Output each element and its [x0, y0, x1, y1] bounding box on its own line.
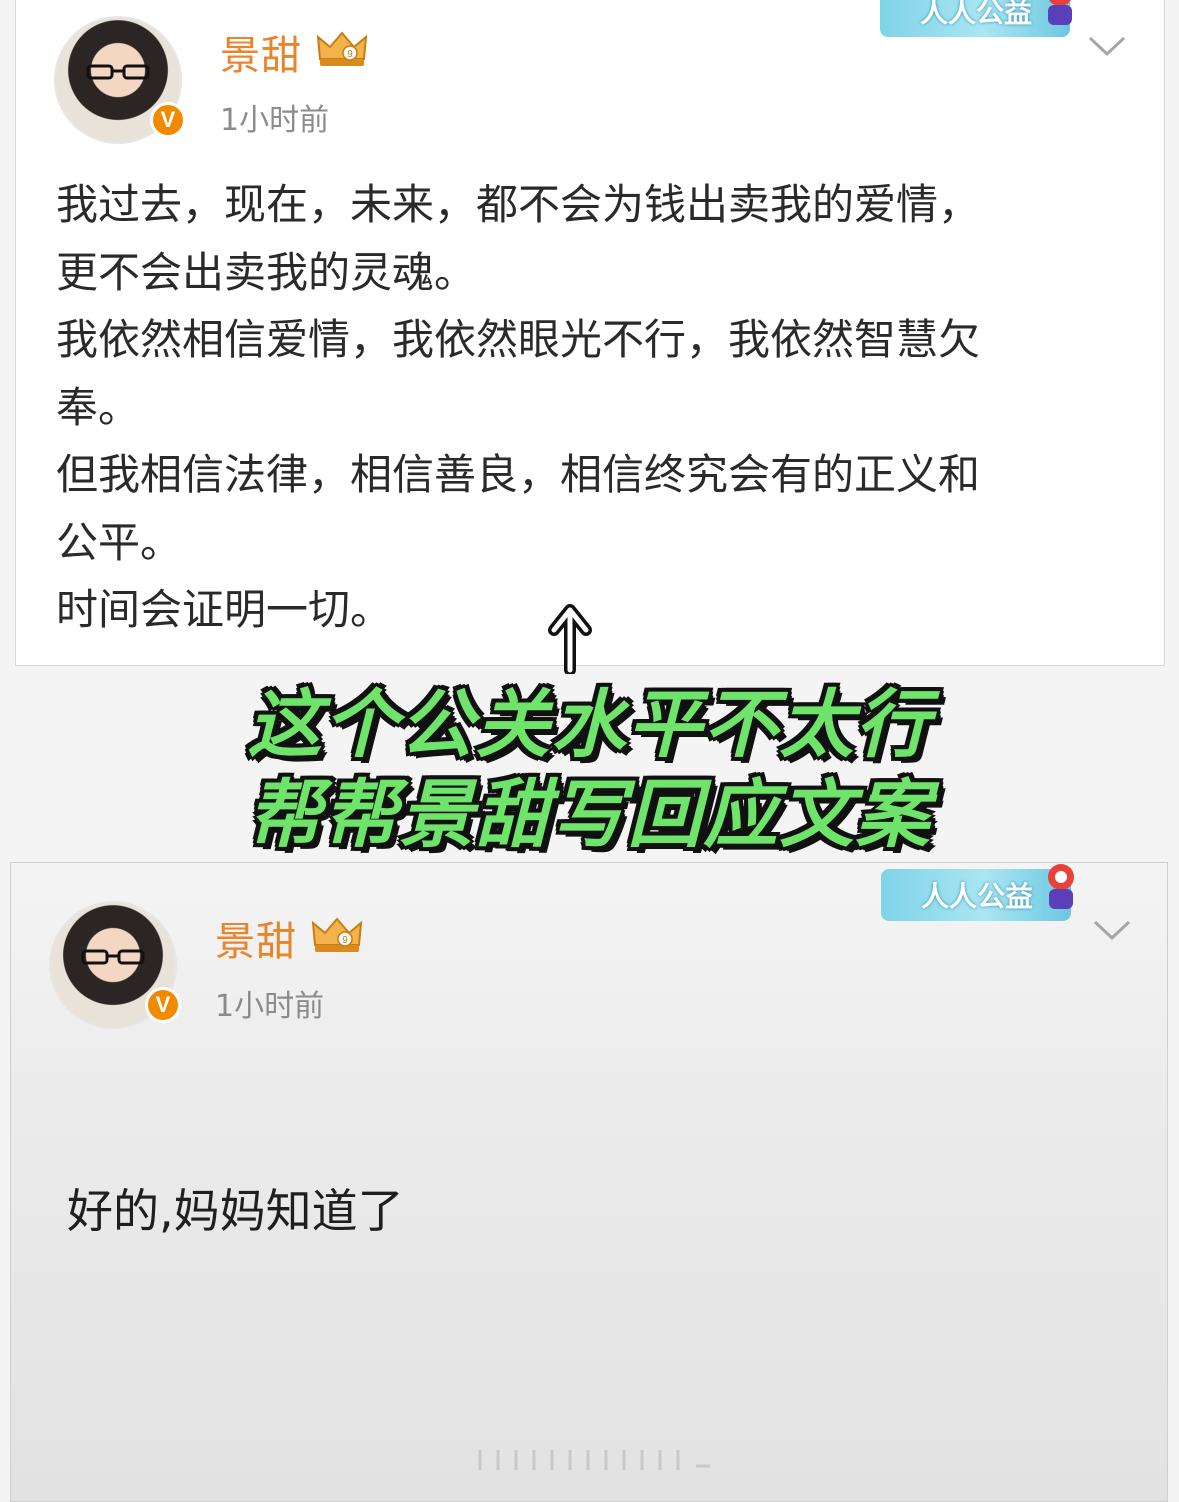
chevron-down-icon[interactable] [1093, 919, 1131, 941]
mascot-icon [1048, 0, 1072, 25]
post-time: 1小时前 [215, 989, 325, 1024]
post-body-line: 公平。 [56, 517, 183, 567]
svg-text:9: 9 [347, 49, 353, 60]
glasses-icon [86, 64, 150, 80]
user-avatar[interactable]: V [49, 901, 181, 1029]
post-body: 好的,妈妈知道了 [67, 1184, 404, 1238]
crown-level-icon[interactable]: 9 [316, 29, 368, 69]
overlay-line-1: 这个公关水平不太行 [247, 682, 932, 768]
verified-badge-icon: V [150, 102, 186, 138]
username[interactable]: 景甜 [220, 23, 302, 81]
public-welfare-banner[interactable]: 人人公益 [880, 0, 1072, 37]
post-body-line: 更不会出卖我的灵魂。 [56, 247, 477, 297]
svg-text:9: 9 [342, 935, 348, 946]
username[interactable]: 景甜 [215, 909, 297, 967]
post-body: 我过去，现在，未来，都不会为钱出卖我的爱情， 更不会出卖我的灵魂。 我依然相信爱… [56, 171, 1096, 644]
public-welfare-banner[interactable]: 人人公益 [881, 864, 1074, 921]
overlay-caption: 这个公关水平不太行 帮帮景甜写回应文案 [0, 680, 1179, 860]
crown-level-icon[interactable]: 9 [311, 915, 363, 955]
post-body-line: 奉。 [56, 382, 141, 432]
weibo-post-reply: V 景甜 9 1小时前 人人公益 好的,妈妈知道了 [10, 862, 1168, 1502]
post-body-line: 我依然相信爱情，我依然眼光不行，我依然智慧欠 [56, 315, 981, 364]
post-time: 1小时前 [220, 103, 330, 138]
post-body-line: 但我相信法律，相信善良，相信终究会有的正义和 [56, 450, 981, 499]
banner-label: 人人公益 [920, 0, 1033, 29]
bottom-tick-marks [478, 1450, 710, 1470]
weibo-post-original: V 景甜 9 1小时前 人人公益 我过去，现在，未来，都不会为钱出卖我的爱情， … [15, 0, 1165, 666]
chevron-down-icon[interactable] [1088, 35, 1126, 57]
mascot-icon [1048, 864, 1074, 909]
up-arrow-icon [548, 604, 592, 674]
glasses-icon [81, 949, 145, 965]
banner-label: 人人公益 [921, 880, 1034, 913]
post-body-line: 我过去，现在，未来，都不会为钱出卖我的爱情， [56, 180, 981, 229]
user-avatar[interactable]: V [54, 16, 186, 144]
verified-badge-icon: V [145, 987, 181, 1023]
overlay-line-2: 帮帮景甜写回应文案 [247, 772, 932, 858]
